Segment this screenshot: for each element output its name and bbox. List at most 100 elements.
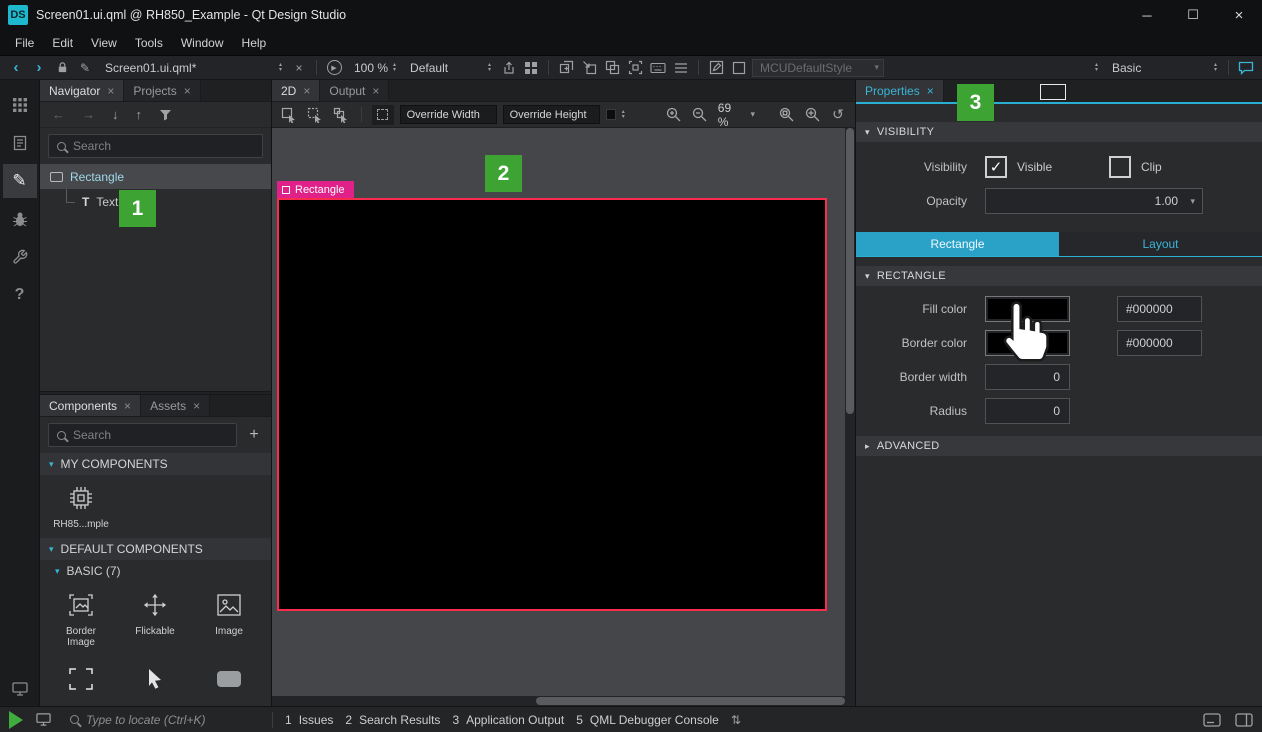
clip-checkbox[interactable] bbox=[1109, 156, 1131, 178]
menu-window[interactable]: Window bbox=[172, 32, 233, 54]
section-basic[interactable]: ▾ BASIC (7) bbox=[40, 560, 271, 582]
tab-components[interactable]: Components × bbox=[40, 395, 141, 416]
popout-view-icon[interactable] bbox=[1040, 84, 1066, 100]
menu-view[interactable]: View bbox=[82, 32, 126, 54]
menu-help[interactable]: Help bbox=[233, 32, 276, 54]
device-preview-icon[interactable] bbox=[35, 712, 52, 727]
visible-checkbox[interactable]: ✓ bbox=[985, 156, 1007, 178]
state-combo[interactable]: Default ▴▾ bbox=[403, 60, 495, 76]
selection-tag[interactable]: Rectangle bbox=[277, 181, 354, 198]
add-module-icon[interactable]: + bbox=[245, 426, 263, 444]
tab-assets[interactable]: Assets × bbox=[141, 395, 210, 416]
subtab-layout[interactable]: Layout bbox=[1059, 232, 1262, 256]
debug-mode-icon[interactable] bbox=[3, 202, 37, 236]
help-mode-icon[interactable]: ? bbox=[3, 278, 37, 312]
move-up-icon[interactable]: ↑ bbox=[136, 107, 143, 122]
opacity-input[interactable]: 1.00 ▾ bbox=[985, 188, 1203, 214]
component-flickable[interactable]: Flickable bbox=[126, 590, 184, 648]
toggle-right-sidebar-icon[interactable] bbox=[1235, 713, 1253, 727]
preview-zoom-combo[interactable]: 100 % ▴▾ bbox=[347, 60, 400, 76]
2d-canvas[interactable]: Rectangle bbox=[272, 128, 855, 706]
component-item[interactable] bbox=[52, 664, 110, 694]
reset-view-icon[interactable]: ↺ bbox=[828, 105, 848, 125]
create-component-icon[interactable] bbox=[556, 58, 576, 78]
comment-icon[interactable] bbox=[1236, 58, 1256, 78]
component-image[interactable]: Image bbox=[200, 590, 258, 648]
close-tab-icon[interactable]: × bbox=[193, 399, 200, 413]
spinner-icon[interactable]: ▴▾ bbox=[622, 110, 625, 120]
section-default-components[interactable]: ▾ DEFAULT COMPONENTS bbox=[40, 538, 271, 560]
edit-document-icon[interactable]: ✎ bbox=[75, 58, 95, 78]
close-tab-icon[interactable]: × bbox=[184, 84, 191, 98]
fill-color-input[interactable]: #000000 bbox=[1117, 296, 1202, 322]
menu-tools[interactable]: Tools bbox=[126, 32, 172, 54]
close-tab-icon[interactable]: × bbox=[927, 84, 934, 98]
zoom-dropdown-icon[interactable]: ▾ bbox=[750, 109, 755, 120]
canvas-vertical-scrollbar[interactable] bbox=[845, 128, 855, 696]
component-rectangle[interactable] bbox=[200, 664, 258, 694]
override-width-input[interactable] bbox=[400, 105, 497, 124]
zoom-in-icon[interactable] bbox=[664, 105, 684, 125]
tools-mode-icon[interactable] bbox=[3, 240, 37, 274]
component-border-image[interactable]: Border Image bbox=[52, 590, 110, 648]
zoom-out-icon[interactable] bbox=[690, 105, 710, 125]
zoom-selection-icon[interactable] bbox=[802, 105, 822, 125]
close-tab-icon[interactable]: × bbox=[107, 84, 114, 98]
radius-input[interactable]: 0 bbox=[985, 398, 1070, 424]
scrollbar-thumb[interactable] bbox=[536, 697, 845, 705]
forward-icon[interactable]: › bbox=[29, 58, 49, 78]
section-advanced[interactable]: ▸ ADVANCED bbox=[856, 436, 1262, 456]
move-down-icon[interactable]: ↓ bbox=[112, 107, 119, 122]
share-icon[interactable] bbox=[498, 58, 518, 78]
selection-frame-icon[interactable] bbox=[625, 58, 645, 78]
tree-item-rectangle[interactable]: Rectangle bbox=[40, 164, 271, 189]
tab-projects[interactable]: Projects × bbox=[124, 80, 200, 101]
close-button[interactable]: × bbox=[1216, 0, 1262, 30]
navigator-search-input[interactable] bbox=[73, 139, 254, 153]
navigator-searchbox[interactable] bbox=[48, 134, 263, 158]
close-tab-icon[interactable]: × bbox=[372, 84, 379, 98]
component-rh850[interactable]: RH85...mple bbox=[52, 483, 110, 530]
component-mouse-area[interactable] bbox=[126, 664, 184, 694]
design-mode-icon[interactable]: ✎ bbox=[3, 164, 37, 198]
lock-icon[interactable] bbox=[52, 58, 72, 78]
progress-details-icon[interactable] bbox=[1203, 713, 1221, 727]
maximize-button[interactable]: ☐ bbox=[1170, 0, 1216, 30]
tab-2d[interactable]: 2D × bbox=[272, 80, 320, 101]
border-color-swatch[interactable] bbox=[985, 330, 1070, 356]
move-to-component-icon[interactable] bbox=[579, 58, 599, 78]
item-selection-icon[interactable] bbox=[331, 105, 351, 125]
filter-icon[interactable] bbox=[159, 109, 172, 121]
tab-navigator[interactable]: Navigator × bbox=[40, 80, 124, 101]
canvas-rectangle[interactable] bbox=[277, 198, 827, 611]
canvas-horizontal-scrollbar[interactable] bbox=[272, 696, 845, 706]
fill-color-swatch[interactable] bbox=[985, 296, 1070, 322]
list-view-icon[interactable] bbox=[671, 58, 691, 78]
section-rectangle[interactable]: ▾ RECTANGLE bbox=[856, 266, 1262, 286]
back-icon[interactable]: ‹ bbox=[6, 58, 26, 78]
variant-combo[interactable]: Basic ▴▾ bbox=[1105, 60, 1221, 76]
border-width-input[interactable]: 0 bbox=[985, 364, 1070, 390]
close-tab-icon[interactable]: × bbox=[124, 399, 131, 413]
tab-output[interactable]: Output × bbox=[320, 80, 389, 101]
pane-search-results[interactable]: 2 Search Results bbox=[345, 713, 440, 727]
border-color-input[interactable]: #000000 bbox=[1117, 330, 1202, 356]
menu-edit[interactable]: Edit bbox=[43, 32, 82, 54]
pane-qml-debugger-console[interactable]: 5 QML Debugger Console bbox=[576, 713, 719, 727]
menu-file[interactable]: File bbox=[6, 32, 43, 54]
selection-mode-icon[interactable] bbox=[279, 105, 299, 125]
annotation-edit-icon[interactable] bbox=[706, 58, 726, 78]
edit-mode-icon[interactable] bbox=[3, 126, 37, 160]
kit-selector-icon[interactable] bbox=[3, 672, 37, 706]
live-preview-icon[interactable]: ▶ bbox=[324, 58, 344, 78]
move-right-icon[interactable]: → bbox=[82, 107, 95, 122]
subtab-rectangle[interactable]: Rectangle bbox=[856, 232, 1059, 256]
canvas-zoom-value[interactable]: 69 % bbox=[716, 101, 745, 129]
overlapping-items-icon[interactable] bbox=[602, 58, 622, 78]
section-visibility[interactable]: ▾ VISIBILITY bbox=[856, 122, 1262, 142]
kit-combo[interactable]: ▴▾ bbox=[1012, 62, 1102, 74]
zoom-fit-icon[interactable] bbox=[776, 105, 796, 125]
close-document-icon[interactable]: × bbox=[289, 58, 309, 78]
pane-issues[interactable]: 1 Issues bbox=[285, 713, 333, 727]
minimize-button[interactable]: ─ bbox=[1124, 0, 1170, 30]
